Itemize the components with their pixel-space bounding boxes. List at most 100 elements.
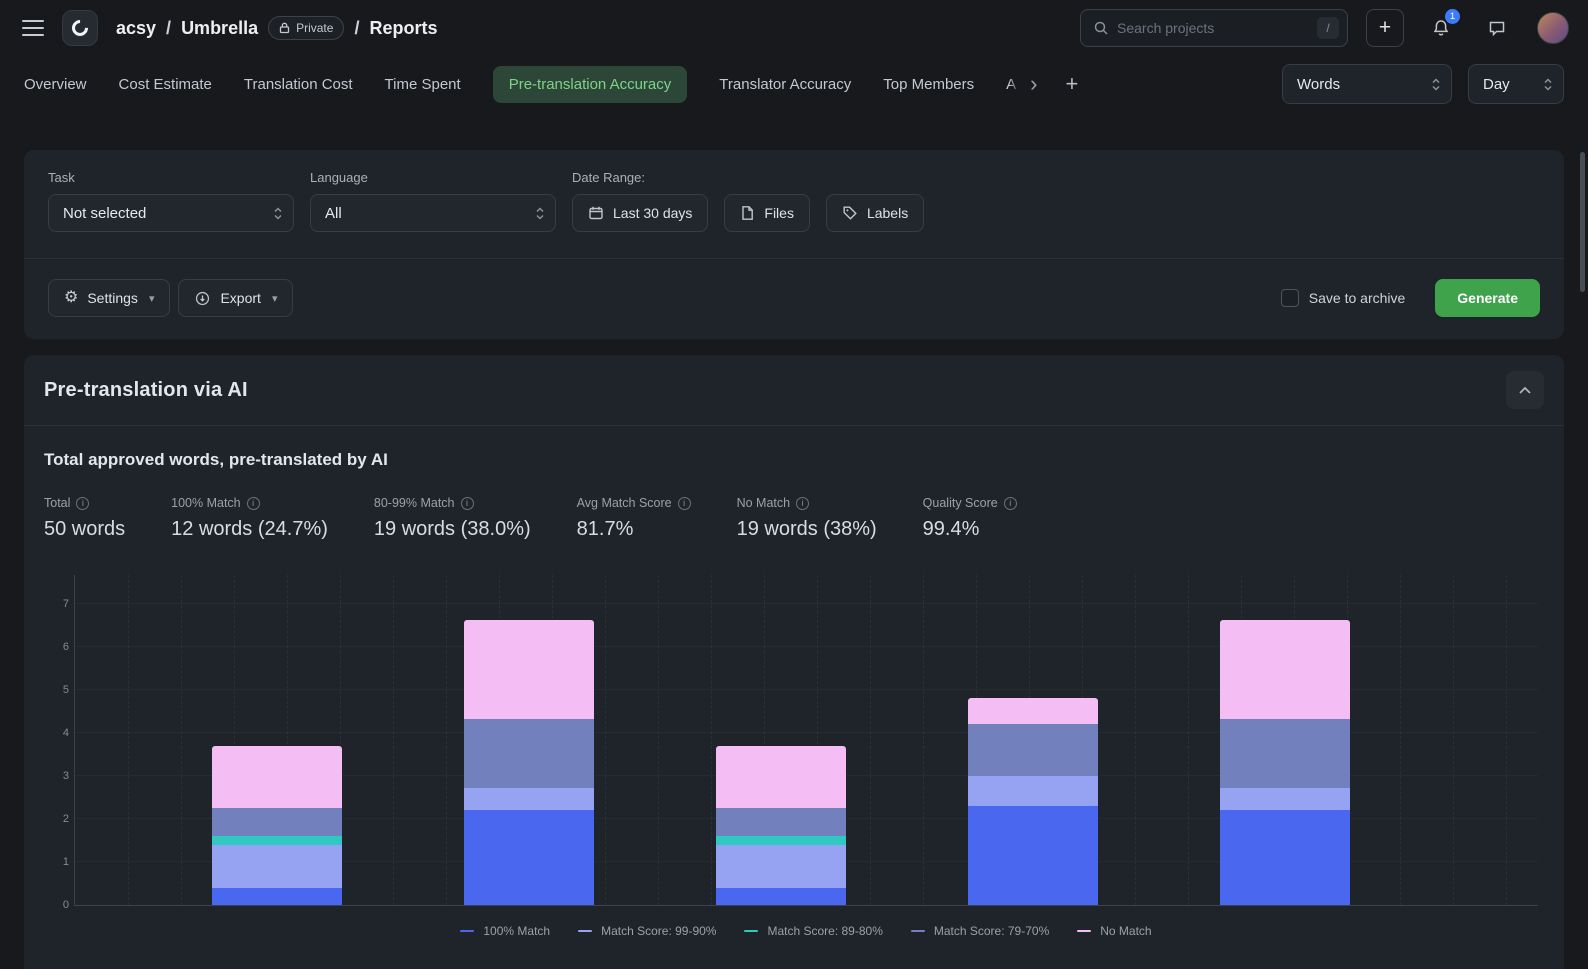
save-to-archive-control[interactable]: Save to archive bbox=[1281, 289, 1406, 307]
bar-segment-no-match[interactable] bbox=[212, 746, 342, 808]
bar-segment-no-match[interactable] bbox=[968, 698, 1098, 724]
legend-swatch bbox=[1077, 930, 1091, 932]
legend-item-match-score-79-70[interactable]: Match Score: 79-70% bbox=[911, 924, 1049, 938]
stat-no-match: No Match19 words (38%) bbox=[737, 496, 877, 541]
task-select[interactable]: Not selected bbox=[48, 194, 294, 232]
tab-top-members[interactable]: Top Members bbox=[883, 76, 974, 93]
bar-segment-100-match[interactable] bbox=[968, 806, 1098, 905]
tabs-scroll-right-icon[interactable]: › bbox=[1030, 73, 1037, 95]
app-root: acsy / Umbrella Private / Reports / + 1 … bbox=[0, 0, 1588, 969]
bar-segment-no-match[interactable] bbox=[464, 620, 594, 719]
legend-item-100-match[interactable]: 100% Match bbox=[460, 924, 550, 938]
bar-segment-100-match[interactable] bbox=[464, 810, 594, 905]
bar-segment-no-match[interactable] bbox=[1220, 620, 1350, 719]
report-card: Pre-translation via AI Total approved wo… bbox=[24, 355, 1564, 969]
user-menu-button[interactable] bbox=[1534, 9, 1572, 47]
info-icon[interactable] bbox=[461, 497, 474, 510]
top-bar: acsy / Umbrella Private / Reports / + 1 bbox=[0, 0, 1588, 56]
tab-overflow-partial[interactable]: A bbox=[1006, 76, 1022, 93]
stats-row: Total50 words100% Match12 words (24.7%)8… bbox=[44, 496, 1544, 541]
generate-button[interactable]: Generate bbox=[1435, 279, 1540, 317]
stacked-bar-5[interactable] bbox=[1220, 620, 1350, 905]
settings-button[interactable]: ⚙ Settings ▾ bbox=[48, 279, 170, 317]
create-project-button[interactable]: + bbox=[1366, 9, 1404, 47]
tab-pre-translation-accuracy[interactable]: Pre-translation Accuracy bbox=[493, 66, 688, 103]
bar-segment-match-score-79-70[interactable] bbox=[968, 724, 1098, 776]
bar-segment-100-match[interactable] bbox=[212, 888, 342, 905]
bar-segment-no-match[interactable] bbox=[716, 746, 846, 808]
legend-item-match-score-99-90[interactable]: Match Score: 99-90% bbox=[578, 924, 716, 938]
bar-segment-100-match[interactable] bbox=[716, 888, 846, 905]
unit-select[interactable]: Words bbox=[1282, 64, 1452, 104]
legend-item-no-match[interactable]: No Match bbox=[1077, 924, 1151, 938]
save-to-archive-checkbox[interactable] bbox=[1281, 289, 1299, 307]
bar-segment-match-score-99-90[interactable] bbox=[212, 845, 342, 888]
collapse-report-button[interactable] bbox=[1506, 371, 1544, 409]
info-icon[interactable] bbox=[1004, 497, 1017, 510]
breadcrumb-page[interactable]: Reports bbox=[369, 18, 437, 39]
menu-icon[interactable] bbox=[22, 20, 44, 36]
messages-button[interactable] bbox=[1478, 9, 1516, 47]
breadcrumb-org[interactable]: acsy bbox=[116, 18, 156, 39]
vertical-gridline bbox=[1400, 575, 1401, 905]
export-button[interactable]: Export ▾ bbox=[178, 279, 293, 317]
page-scrollbar[interactable] bbox=[1580, 152, 1585, 292]
chevron-down-icon: ▾ bbox=[149, 292, 155, 305]
date-range-button[interactable]: Last 30 days bbox=[572, 194, 708, 232]
period-select-value: Day bbox=[1483, 76, 1510, 93]
chart-legend: 100% Match Match Score: 99-90% Match Score… bbox=[74, 924, 1538, 952]
stacked-bar-1[interactable] bbox=[212, 746, 342, 905]
bar-segment-match-score-99-90[interactable] bbox=[716, 845, 846, 888]
notifications-button[interactable]: 1 bbox=[1422, 9, 1460, 47]
search-input[interactable] bbox=[1117, 20, 1309, 36]
tab-overview[interactable]: Overview bbox=[24, 76, 87, 93]
stat-value: 12 words (24.7%) bbox=[171, 518, 328, 541]
stacked-bar-3[interactable] bbox=[716, 746, 846, 905]
app-logo[interactable] bbox=[62, 10, 98, 46]
legend-item-match-score-89-80[interactable]: Match Score: 89-80% bbox=[744, 924, 882, 938]
date-range-button-label: Last 30 days bbox=[613, 205, 692, 221]
bar-segment-match-score-89-80[interactable] bbox=[716, 836, 846, 845]
search-shortcut-key: / bbox=[1317, 17, 1339, 39]
y-axis-tick-label: 1 bbox=[45, 856, 69, 868]
bar-segment-match-score-99-90[interactable] bbox=[1220, 788, 1350, 810]
stacked-bar-2[interactable] bbox=[464, 620, 594, 905]
info-icon[interactable] bbox=[76, 497, 89, 510]
period-select[interactable]: Day bbox=[1468, 64, 1564, 104]
add-report-tab-button[interactable]: + bbox=[1065, 73, 1078, 95]
bar-segment-match-score-89-80[interactable] bbox=[212, 836, 342, 845]
bar-segment-match-score-79-70[interactable] bbox=[1220, 719, 1350, 788]
date-buttons: Last 30 days Files Labels bbox=[572, 194, 924, 232]
bar-segment-match-score-99-90[interactable] bbox=[968, 776, 1098, 806]
tab-translator-accuracy[interactable]: Translator Accuracy bbox=[719, 76, 851, 93]
labels-filter-button[interactable]: Labels bbox=[826, 194, 924, 232]
info-icon[interactable] bbox=[247, 497, 260, 510]
files-filter-button[interactable]: Files bbox=[724, 194, 810, 232]
stacked-bar-4[interactable] bbox=[968, 698, 1098, 905]
bar-segment-match-score-79-70[interactable] bbox=[212, 808, 342, 836]
info-icon[interactable] bbox=[796, 497, 809, 510]
bar-segment-match-score-79-70[interactable] bbox=[464, 719, 594, 788]
tab-cost-estimate[interactable]: Cost Estimate bbox=[119, 76, 212, 93]
vertical-gridline bbox=[1453, 575, 1454, 905]
language-select[interactable]: All bbox=[310, 194, 556, 232]
legend-label: 100% Match bbox=[483, 924, 550, 938]
chart-section-title: Total approved words, pre-translated by … bbox=[44, 450, 1544, 470]
lock-icon bbox=[279, 22, 290, 34]
horizontal-gridline bbox=[75, 603, 1538, 604]
bar-segment-100-match[interactable] bbox=[1220, 810, 1350, 905]
report-card-header: Pre-translation via AI bbox=[24, 355, 1564, 425]
logo-icon bbox=[69, 17, 92, 40]
stat-avg-match-score: Avg Match Score81.7% bbox=[577, 496, 691, 541]
search-icon bbox=[1093, 20, 1109, 36]
vertical-gridline bbox=[711, 575, 712, 905]
bar-segment-match-score-79-70[interactable] bbox=[716, 808, 846, 836]
tab-time-spent[interactable]: Time Spent bbox=[385, 76, 461, 93]
stat-value: 19 words (38%) bbox=[737, 518, 877, 541]
breadcrumb-project[interactable]: Umbrella bbox=[181, 18, 258, 39]
info-icon[interactable] bbox=[678, 497, 691, 510]
bar-segment-match-score-99-90[interactable] bbox=[464, 788, 594, 810]
legend-label: Match Score: 79-70% bbox=[934, 924, 1049, 938]
tab-translation-cost[interactable]: Translation Cost bbox=[244, 76, 353, 93]
task-label: Task bbox=[48, 170, 294, 185]
